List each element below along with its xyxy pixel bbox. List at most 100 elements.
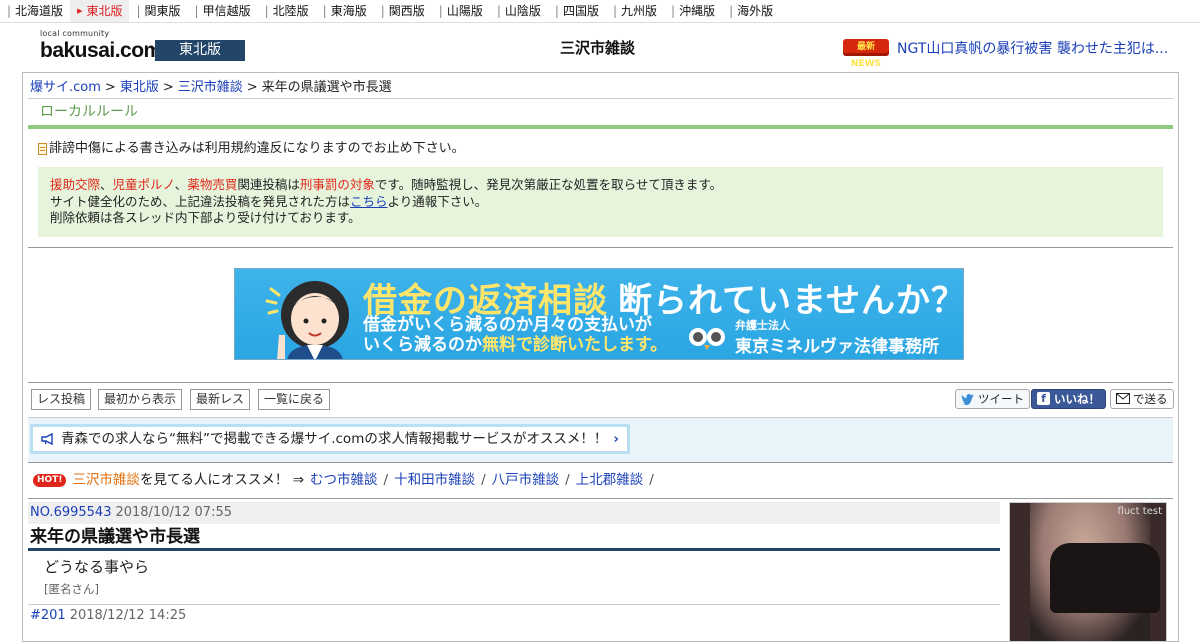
tweet-button[interactable]: ツイート	[955, 388, 1030, 409]
tab-separator: |	[136, 4, 141, 18]
post-number-link[interactable]: NO.6995543	[30, 505, 111, 520]
mail-send-button[interactable]: で送る	[1110, 388, 1174, 409]
facebook-icon: f	[1037, 392, 1050, 405]
ad-tag: fluct test	[1117, 505, 1162, 517]
view-from-start-button[interactable]: 最初から表示	[98, 388, 183, 410]
region-tab-label: 東海版	[330, 4, 367, 18]
board-title: 三沢市雑談	[560, 39, 636, 57]
tab-separator: |	[380, 4, 385, 18]
recommended-boards: HOT! 三沢市雑談 を見てる人にオススメ！ ⇒ むつ市雑談 / 十和田市雑談 / …	[28, 463, 1173, 499]
thread-title: 来年の県議選や市長選	[28, 524, 1000, 551]
region-tab[interactable]: | 関西版	[374, 0, 432, 22]
facebook-like-button[interactable]: f いいね！	[1031, 388, 1106, 409]
post-author: [匿名さん]	[28, 581, 1000, 605]
post-body: どうなる事やら	[44, 557, 150, 576]
thread-opening-post: NO.6995543 2018/10/12 07:55 来年の県議選や市長選 どう…	[28, 501, 1000, 627]
ad-body: 借金がいくら減るのか月々の支払いが いくら減るのか無料で診断いたします。	[363, 314, 668, 355]
region-tab[interactable]: | 甲信越版	[188, 0, 258, 22]
logo-tagline: local community	[40, 29, 110, 38]
local-rules: 誹謗中傷による書き込みは利用規約違反になりますのでお止め下さい。 援助交際、児童…	[28, 129, 1173, 248]
region-tab[interactable]: | 山陽版	[432, 0, 490, 22]
region-tab[interactable]: | 関東版	[129, 0, 187, 22]
region-tab[interactable]: | 北陸版	[258, 0, 316, 22]
breadcrumb-home[interactable]: 爆サイ.com	[30, 80, 101, 95]
site-header: local community bakusai.com 東北版 三沢市雑談 最新…	[0, 23, 1200, 69]
recommend-link-hachinohe[interactable]: 八戸市雑談	[492, 462, 560, 498]
site-logo[interactable]: local community bakusai.com	[40, 29, 162, 65]
post-reply-button[interactable]: レス投稿	[31, 388, 92, 410]
reply-header: #201 2018/12/12 14:25	[28, 605, 1000, 627]
recommend-link-mutsu[interactable]: むつ市雑談	[310, 462, 378, 498]
region-tab[interactable]: ▶ 東北版	[70, 0, 130, 22]
tab-separator: |	[322, 4, 327, 18]
illegal-post-notice: 援助交際、児童ポルノ、薬物売買関連投稿は刑事罰の対象です。随時監視し、発見次第厳…	[38, 167, 1163, 237]
breadcrumb: 爆サイ.com > 東北版 > 三沢市雑談 > 来年の県議選や市長選	[28, 77, 1173, 99]
notice-line-1: 援助交際、児童ポルノ、薬物売買関連投稿は刑事罰の対象です。随時監視し、発見次第厳…	[50, 177, 723, 192]
latest-news-badge: 最新NEWS	[843, 39, 889, 69]
woman-illustration	[265, 280, 349, 359]
region-tab-label: 東北版	[86, 4, 123, 18]
region-tab-label: 沖縄版	[679, 4, 716, 18]
region-tab-label: 関東版	[144, 4, 181, 18]
region-tab[interactable]: | 東海版	[316, 0, 374, 22]
rules-warning-text: 誹謗中傷による書き込みは利用規約違反になりますのでお止め下さい。	[49, 141, 465, 156]
tab-separator: |	[438, 4, 443, 18]
tab-separator: |	[671, 4, 676, 18]
region-tab-label: 四国版	[562, 4, 599, 18]
breadcrumb-region[interactable]: 東北版	[120, 80, 159, 95]
ad-firm-name: 東京ミネルヴァ法律事務所	[735, 336, 939, 357]
region-tab-label: 山陽版	[446, 4, 483, 18]
ad-firm-type: 弁護士法人	[735, 318, 790, 332]
hot-badge: HOT!	[33, 473, 67, 487]
reply-number-link[interactable]: #201	[30, 608, 66, 623]
breadcrumb-board[interactable]: 三沢市雑談	[178, 80, 243, 95]
current-board-link[interactable]: 三沢市雑談	[72, 462, 140, 498]
side-video-ad[interactable]: fluct test	[1009, 501, 1167, 642]
megaphone-icon	[41, 432, 53, 445]
logo-wordmark: bakusai.com	[40, 39, 162, 62]
region-tab-label: 北陸版	[272, 4, 309, 18]
notice-line-3: 削除依頼は各スレッド内下部より受け付けております。	[50, 210, 361, 225]
region-tab[interactable]: | 四国版	[548, 0, 606, 22]
breadcrumb-current: 来年の県議選や市長選	[261, 80, 392, 95]
thread-toolbar: レス投稿 最初から表示 最新レス 一覧に戻る ツイート f いいね！ で送る	[28, 383, 1174, 417]
debt-consult-banner-ad[interactable]: 借金の返済相談 断られていませんか？ 借金がいくら減るのか月々の支払いが いくら減…	[234, 267, 964, 360]
rules-warning: 誹謗中傷による書き込みは利用規約違反になりますのでお止め下さい。	[38, 141, 1163, 157]
region-tab-label: 山陰版	[504, 4, 541, 18]
tab-separator: |	[554, 4, 559, 18]
report-link[interactable]: こちら	[350, 194, 388, 209]
tab-separator: |	[612, 4, 618, 18]
chevron-right-icon: ›	[613, 430, 619, 447]
region-tab[interactable]: | 九州版	[606, 0, 664, 22]
tab-separator: |	[194, 4, 199, 18]
document-icon	[38, 143, 47, 155]
region-tab-label: 海外版	[737, 4, 774, 18]
recommend-link-towada[interactable]: 十和田市雑談	[394, 462, 475, 498]
recommend-link-kamikita[interactable]: 上北郡雑談	[576, 462, 644, 498]
back-to-list-button[interactable]: 一覧に戻る	[258, 388, 331, 410]
ad-image-detail	[1050, 542, 1160, 613]
region-tab-label: 九州版	[621, 4, 658, 18]
twitter-bird-icon	[961, 393, 974, 405]
banner-ad-area: 借金の返済相談 断られていませんか？ 借金がいくら減るのか月々の支払いが いくら減…	[28, 248, 1173, 383]
region-tab[interactable]: | 山陰版	[490, 0, 548, 22]
region-tab[interactable]: | 海外版	[722, 0, 780, 22]
edition-label[interactable]: 東北版	[155, 40, 245, 61]
latest-replies-button[interactable]: 最新レス	[190, 388, 251, 410]
active-marker-icon: ▶	[77, 7, 83, 15]
region-tab-label: 甲信越版	[202, 4, 251, 18]
region-tab[interactable]: | 沖縄版	[664, 0, 722, 22]
tab-separator: |	[729, 4, 734, 18]
owl-logo-icon	[689, 327, 725, 350]
region-tab-label: 関西版	[388, 4, 425, 18]
mail-icon	[1116, 393, 1130, 404]
region-tab-bar: | 北海道版 ▶ 東北版 | 関東版 | 甲信越版 | 北陸版 | 東海版 | 関西版 | 山陽版 | 山陰版 | 四…	[0, 0, 1200, 23]
news-headline-link[interactable]: NGT山口真帆の暴行被害 襲わせた主犯は...	[897, 38, 1168, 58]
job-ad-strip: 青森での求人なら“無料”で掲載できる爆サイ.comの求人情報掲載サービスがオスス…	[28, 416, 1173, 463]
reply-date: 2018/12/12 14:25	[69, 607, 187, 623]
tab-separator: |	[264, 4, 269, 18]
region-tab[interactable]: | 北海道版	[0, 0, 70, 22]
main-frame: 爆サイ.com > 東北版 > 三沢市雑談 > 来年の県議選や市長選 ローカルルール 誹謗中…	[22, 72, 1179, 642]
job-listing-banner[interactable]: 青森での求人なら“無料”で掲載できる爆サイ.comの求人情報掲載サービスがオスス…	[30, 423, 630, 454]
thread-area: NO.6995543 2018/10/12 07:55 来年の県議選や市長選 どう…	[28, 499, 1173, 642]
